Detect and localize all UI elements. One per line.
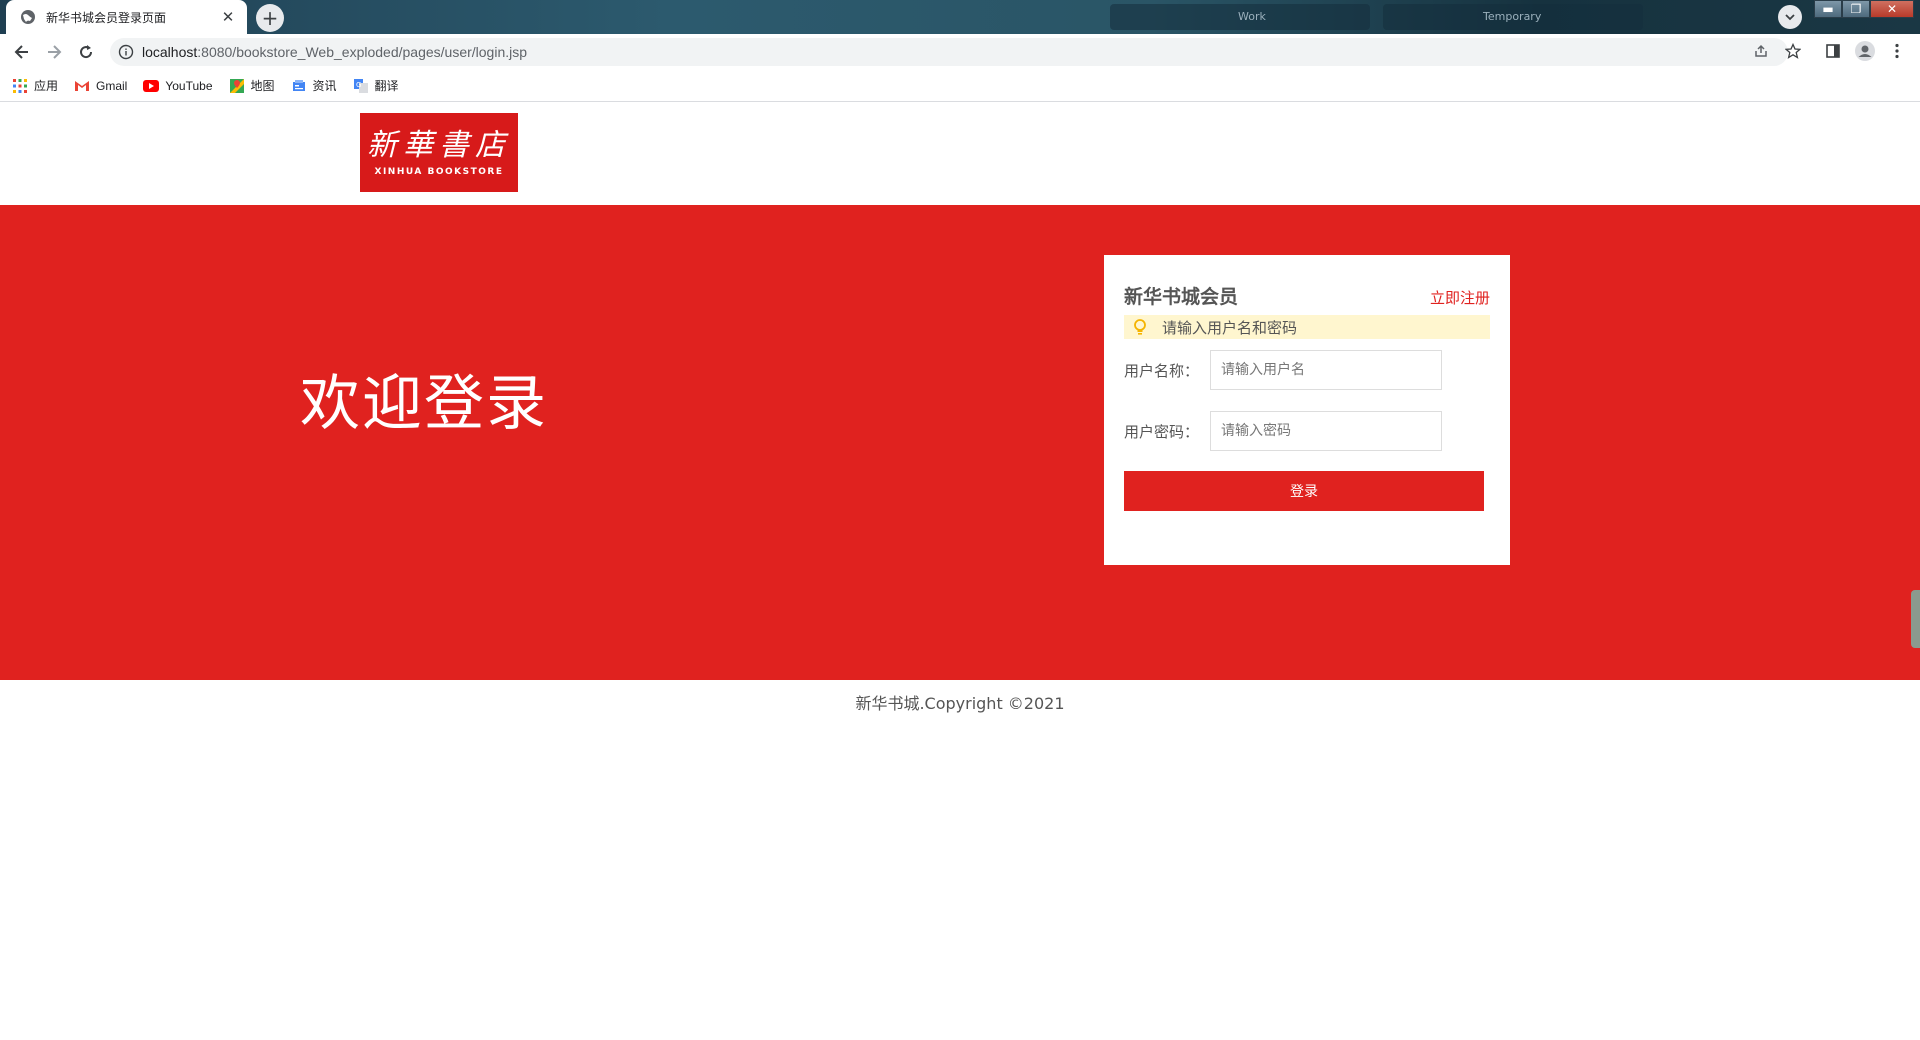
login-banner: 欢迎登录 新华书城会员 立即注册 请输入用户名和密码 用户名称： 用户密码： 登… <box>0 205 1920 680</box>
background-tab-label: Temporary <box>1483 10 1542 23</box>
bookmark-apps[interactable]: 应用 <box>12 77 58 94</box>
tab-close-icon[interactable]: ✕ <box>219 8 237 26</box>
background-tab-label: Work <box>1238 10 1266 23</box>
password-input[interactable] <box>1210 411 1442 451</box>
bookmark-label: YouTube <box>165 78 213 93</box>
side-scroll-handle[interactable] <box>1911 590 1920 648</box>
youtube-icon <box>143 78 160 94</box>
profile-avatar-icon[interactable] <box>1854 40 1876 62</box>
news-icon <box>291 78 307 94</box>
username-label: 用户名称： <box>1124 361 1200 380</box>
reload-icon[interactable] <box>74 40 98 64</box>
bookmark-label: 翻译 <box>374 79 399 93</box>
logo-english-text: XINHUA BOOKSTORE <box>374 166 504 177</box>
tab-title: 新华书城会员登录页面 <box>46 10 167 25</box>
window-close-icon[interactable]: ✕ <box>1870 0 1914 18</box>
bookmark-youtube[interactable]: YouTube <box>143 78 213 94</box>
forward-arrow-icon[interactable] <box>42 40 66 64</box>
bookmark-maps[interactable]: 地图 <box>229 77 275 94</box>
bookmark-news[interactable]: 资讯 <box>291 77 337 94</box>
new-tab-plus-icon[interactable]: + <box>256 4 284 32</box>
login-form-box: 新华书城会员 立即注册 请输入用户名和密码 用户名称： 用户密码： 登录 <box>1104 255 1510 565</box>
logo-chinese-text: 新華書店 <box>367 127 511 163</box>
side-panel-icon[interactable] <box>1822 40 1844 62</box>
menu-kebab-icon[interactable] <box>1886 40 1908 62</box>
maps-icon <box>229 78 245 94</box>
bookmark-translate[interactable]: G 翻译 <box>353 77 399 94</box>
login-title: 新华书城会员 <box>1124 286 1239 308</box>
login-tip-bar: 请输入用户名和密码 <box>1124 315 1490 339</box>
apps-grid-icon <box>12 78 28 94</box>
xinhua-bookstore-logo[interactable]: 新華書店 XINHUA BOOKSTORE <box>360 113 518 192</box>
bookmark-label: Gmail <box>96 78 128 93</box>
share-icon[interactable] <box>1750 40 1772 62</box>
login-submit-button[interactable]: 登录 <box>1124 471 1484 511</box>
address-bar[interactable]: localhost:8080/bookstore_Web_exploded/pa… <box>110 38 1788 66</box>
background-tab-temporary[interactable]: Temporary <box>1383 4 1643 30</box>
login-page: 新華書店 XINHUA BOOKSTORE 欢迎登录 新华书城会员 立即注册 请… <box>0 103 1920 1040</box>
register-link[interactable]: 立即注册 <box>1430 287 1490 308</box>
restore-icon[interactable]: ❐ <box>1842 0 1870 18</box>
browser-toolbar: localhost:8080/bookstore_Web_exploded/pa… <box>0 34 1920 70</box>
password-label: 用户密码： <box>1124 422 1200 441</box>
minimize-icon[interactable]: ▬ <box>1814 0 1842 18</box>
site-header: 新華書店 XINHUA BOOKSTORE <box>0 103 1920 205</box>
username-input[interactable] <box>1210 350 1442 390</box>
background-tab-work[interactable]: Work <box>1110 4 1370 30</box>
browser-tab-strip: Work Temporary 新华书城会员登录页面 ✕ + ▬ ❐ ✕ <box>0 0 1920 34</box>
active-tab[interactable]: 新华书城会员登录页面 ✕ <box>6 0 247 34</box>
back-arrow-icon[interactable] <box>10 40 34 64</box>
bookmark-gmail[interactable]: Gmail <box>74 78 127 94</box>
globe-icon <box>21 10 35 24</box>
gmail-icon <box>74 78 90 94</box>
welcome-heading: 欢迎登录 <box>300 369 548 439</box>
tab-search-chevron-icon[interactable] <box>1778 5 1802 29</box>
password-row: 用户密码： <box>1124 411 1490 451</box>
username-row: 用户名称： <box>1124 350 1490 390</box>
bookmark-label: 资讯 <box>312 79 337 93</box>
svg-text:G: G <box>356 81 361 89</box>
bookmarks-bar: 应用 Gmail YouTube 地图 资讯 G 翻译 <box>0 70 1920 102</box>
translate-icon: G <box>353 78 369 94</box>
url-text: localhost:8080/bookstore_Web_exploded/pa… <box>142 44 528 60</box>
bookmark-label: 应用 <box>34 79 59 93</box>
bookmark-label: 地图 <box>250 79 275 93</box>
bookmark-star-icon[interactable] <box>1782 40 1804 62</box>
lightbulb-icon <box>1134 319 1146 335</box>
site-info-icon[interactable] <box>118 44 134 60</box>
login-tip-text: 请输入用户名和密码 <box>1162 318 1298 337</box>
copyright-footer: 新华书城.Copyright ©2021 <box>855 694 1065 713</box>
